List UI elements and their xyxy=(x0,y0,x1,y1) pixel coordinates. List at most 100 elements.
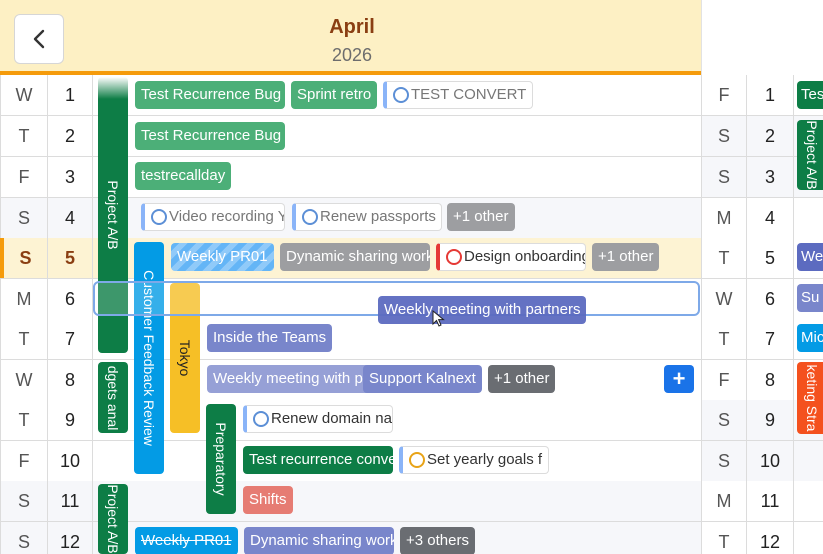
day-of-week: S xyxy=(701,116,747,156)
back-button[interactable] xyxy=(14,14,64,64)
day-number: 1 xyxy=(48,75,93,115)
more-events-chip[interactable]: +1 other xyxy=(592,243,659,271)
event-bar-customer-feedback[interactable]: Customer Feedback Review xyxy=(134,242,164,474)
task-chip[interactable]: Set yearly goals f xyxy=(399,446,549,474)
day-number: 6 xyxy=(48,279,93,319)
day-of-week: S xyxy=(0,238,48,278)
next-event-chip[interactable]: We xyxy=(797,243,823,271)
event-chip[interactable]: Dynamic sharing work xyxy=(280,243,430,271)
task-circle-icon[interactable] xyxy=(446,249,462,265)
day-number: 8 xyxy=(48,360,93,400)
dragging-event[interactable]: Weekly meeting with partners xyxy=(378,296,586,324)
day-of-week: M xyxy=(0,279,48,319)
event-chip[interactable]: Dynamic sharing work xyxy=(244,527,394,554)
mouse-cursor-icon xyxy=(432,310,445,327)
more-events-chip[interactable]: +3 others xyxy=(400,527,475,554)
event-bar-preparatory[interactable]: Preparatory xyxy=(206,404,236,514)
add-event-button[interactable]: + xyxy=(664,365,694,393)
task-chip[interactable]: Design onboarding xyxy=(436,243,586,271)
day-number: 5 xyxy=(747,238,794,278)
day-number: 4 xyxy=(48,198,93,238)
day-of-week: W xyxy=(0,75,48,115)
day-number: 10 xyxy=(48,441,93,481)
day-of-week: F xyxy=(0,157,48,197)
task-chip[interactable]: Renew domain na xyxy=(243,405,393,433)
day-number: 6 xyxy=(747,279,794,319)
task-chip[interactable]: TEST CONVERT xyxy=(383,81,533,109)
task-circle-icon[interactable] xyxy=(302,209,318,225)
day-of-week: T xyxy=(0,319,48,359)
day-number: 5 xyxy=(48,238,93,278)
day-of-week: F xyxy=(701,360,747,400)
day-number: 2 xyxy=(747,116,794,156)
event-chip[interactable]: Test recurrence conve xyxy=(243,446,393,474)
day-number: 3 xyxy=(48,157,93,197)
next-event-bar-project[interactable]: Project A/B xyxy=(797,120,823,190)
day-of-week: M xyxy=(701,198,747,238)
event-chip[interactable]: testrecallday xyxy=(135,162,231,190)
more-events-chip[interactable]: +1 other xyxy=(488,365,555,393)
next-event-chip[interactable]: Mic xyxy=(797,324,823,352)
event-chip[interactable]: Weekly PR01 xyxy=(171,243,274,271)
day-number: 9 xyxy=(48,400,93,440)
event-chip[interactable]: Test Recurrence Bug xyxy=(135,81,285,109)
day-number: 12 xyxy=(48,522,93,554)
next-day-row[interactable]: M 4 xyxy=(701,198,823,239)
day-of-week: W xyxy=(0,360,48,400)
event-bar-budgets[interactable]: dgets anal xyxy=(98,362,128,433)
month-title: April xyxy=(329,16,375,38)
day-of-week: T xyxy=(701,319,747,359)
event-chip[interactable]: Sprint retro xyxy=(291,81,377,109)
day-of-week: F xyxy=(0,441,48,481)
day-number: 9 xyxy=(747,400,794,440)
day-of-week: S xyxy=(0,481,48,521)
day-number: 11 xyxy=(747,481,794,521)
calendar-view: April 2026 W 1 T 2 F 3 S 4 S 5 M 6 T 7 W… xyxy=(0,0,823,554)
next-day-row[interactable]: M 11 xyxy=(701,481,823,522)
day-number: 7 xyxy=(48,319,93,359)
day-number: 10 xyxy=(747,441,794,481)
day-of-week: S xyxy=(0,522,48,554)
day-of-week: S xyxy=(0,198,48,238)
day-of-week: M xyxy=(701,481,747,521)
day-number: 3 xyxy=(747,157,794,197)
event-chip[interactable]: Support Kalnext xyxy=(363,365,482,393)
chevron-left-icon xyxy=(33,29,45,49)
next-month-header xyxy=(701,0,823,75)
task-circle-icon[interactable] xyxy=(151,209,167,225)
day-of-week: T xyxy=(0,400,48,440)
day-number: 8 xyxy=(747,360,794,400)
more-events-chip[interactable]: +1 other xyxy=(447,203,515,231)
day-of-week: T xyxy=(0,116,48,156)
day-number: 2 xyxy=(48,116,93,156)
next-event-bar-marketing[interactable]: keting Stra xyxy=(797,362,823,434)
day-number: 4 xyxy=(747,198,794,238)
event-chip[interactable]: Weekly PR01 xyxy=(135,527,238,554)
day-of-week: S xyxy=(701,441,747,481)
month-header: April 2026 xyxy=(0,0,701,71)
day-of-week: W xyxy=(701,279,747,319)
day-of-week: S xyxy=(701,400,747,440)
year-label: 2026 xyxy=(331,45,373,65)
event-chip[interactable]: Shifts xyxy=(243,486,293,514)
task-circle-icon[interactable] xyxy=(409,452,425,468)
day-number: 12 xyxy=(747,522,794,554)
day-of-week: S xyxy=(701,157,747,197)
task-circle-icon[interactable] xyxy=(253,411,269,427)
day-number: 1 xyxy=(747,75,794,115)
next-day-row[interactable]: S 10 xyxy=(701,441,823,482)
event-chip[interactable]: Inside the Teams xyxy=(207,324,332,352)
event-chip[interactable]: Test Recurrence Bug xyxy=(135,122,285,150)
task-chip[interactable]: Renew passports xyxy=(292,203,442,231)
task-circle-icon[interactable] xyxy=(393,87,409,103)
next-day-row[interactable]: T 12 xyxy=(701,522,823,554)
day-of-week: F xyxy=(701,75,747,115)
event-chip[interactable]: Weekly meeting with p xyxy=(207,365,377,393)
day-of-week: T xyxy=(701,522,747,554)
task-chip[interactable]: Video recording Y xyxy=(141,203,285,231)
next-event-chip[interactable]: Su xyxy=(797,284,823,312)
day-number: 11 xyxy=(48,481,93,521)
day-of-week: T xyxy=(701,238,747,278)
next-event-chip[interactable]: Tes xyxy=(797,81,823,109)
event-bar-project-ab-2[interactable]: Project A/B xyxy=(98,484,128,554)
